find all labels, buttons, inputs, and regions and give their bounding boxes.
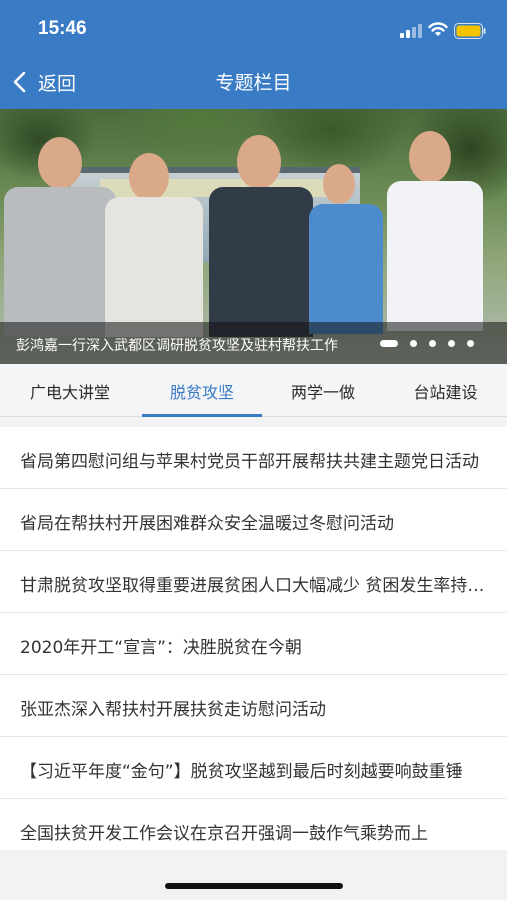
wifi-icon <box>428 22 448 36</box>
banner-caption[interactable]: 彭鸿嘉一行深入武都区调研脱贫攻坚及驻村帮扶工作 <box>16 335 338 355</box>
category-tabs: 广电大讲堂 脱贫攻坚 两学一做 台站建设 <box>0 364 507 417</box>
tab-station-construction[interactable]: 台站建设 <box>384 364 507 417</box>
list-item[interactable]: 省局在帮扶村开展困难群众安全温暖过冬慰问活动 <box>0 489 507 551</box>
banner-carousel[interactable]: 彭鸿嘉一行深入武都区调研脱贫攻坚及驻村帮扶工作 <box>0 109 507 364</box>
article-title: 【习近平年度“金句”】脱贫攻坚越到最后时刻越要响鼓重锤 <box>20 762 463 782</box>
carousel-dot[interactable] <box>448 339 455 347</box>
banner-photo-person <box>385 129 485 331</box>
page-title: 专题栏目 <box>215 72 292 94</box>
carousel-dot[interactable] <box>410 339 417 347</box>
article-title: 2020年开工“宣言”：决胜脱贫在今朝 <box>20 638 302 658</box>
carousel-dot[interactable] <box>380 339 398 347</box>
navigation-bar: 返回 专题栏目 <box>0 56 507 109</box>
list-item[interactable]: 全国扶贫开发工作会议在京召开强调一鼓作气乘势而上 <box>0 799 507 850</box>
status-bar: 15:46 <box>0 0 507 56</box>
article-title: 省局在帮扶村开展困难群众安全温暖过冬慰问活动 <box>20 514 394 534</box>
app-header: 15:46 返回 专题栏目 <box>0 0 507 109</box>
battery-icon <box>454 23 486 39</box>
status-time: 15:46 <box>38 18 87 39</box>
carousel-indicators <box>380 338 486 348</box>
article-title: 张亚杰深入帮扶村开展扶贫走访慰问活动 <box>20 700 326 720</box>
carousel-dot[interactable] <box>429 339 436 347</box>
tab-guangdian-lecture[interactable]: 广电大讲堂 <box>0 364 140 417</box>
list-item[interactable]: 张亚杰深入帮扶村开展扶贫走访慰问活动 <box>0 675 507 737</box>
list-item[interactable]: 【习近平年度“金句”】脱贫攻坚越到最后时刻越要响鼓重锤 <box>0 737 507 799</box>
article-title: 甘肃脱贫攻坚取得重要进展贫困人口大幅减少 贫困发生率持续下降 <box>20 576 490 596</box>
article-title: 省局第四慰问组与苹果村党员干部开展帮扶共建主题党日活动 <box>20 452 479 472</box>
list-item[interactable]: 甘肃脱贫攻坚取得重要进展贫困人口大幅减少 贫困发生率持续下降 <box>0 551 507 613</box>
banner-photo-person <box>105 149 205 337</box>
banner-photo-person <box>305 164 385 334</box>
tab-poverty-alleviation[interactable]: 脱贫攻坚 <box>142 364 262 417</box>
list-item[interactable]: 2020年开工“宣言”：决胜脱贫在今朝 <box>0 613 507 675</box>
article-list: 省局第四慰问组与苹果村党员干部开展帮扶共建主题党日活动 省局在帮扶村开展困难群众… <box>0 427 507 850</box>
list-item[interactable]: 省局第四慰问组与苹果村党员干部开展帮扶共建主题党日活动 <box>0 427 507 489</box>
home-indicator[interactable] <box>165 883 343 889</box>
banner-photo-person <box>205 131 315 337</box>
tab-two-studies-one-action[interactable]: 两学一做 <box>262 364 384 417</box>
article-title: 全国扶贫开发工作会议在京召开强调一鼓作气乘势而上 <box>20 824 428 844</box>
active-tab-indicator <box>142 414 262 417</box>
carousel-dot[interactable] <box>467 339 474 347</box>
cellular-signal-icon <box>400 24 422 38</box>
